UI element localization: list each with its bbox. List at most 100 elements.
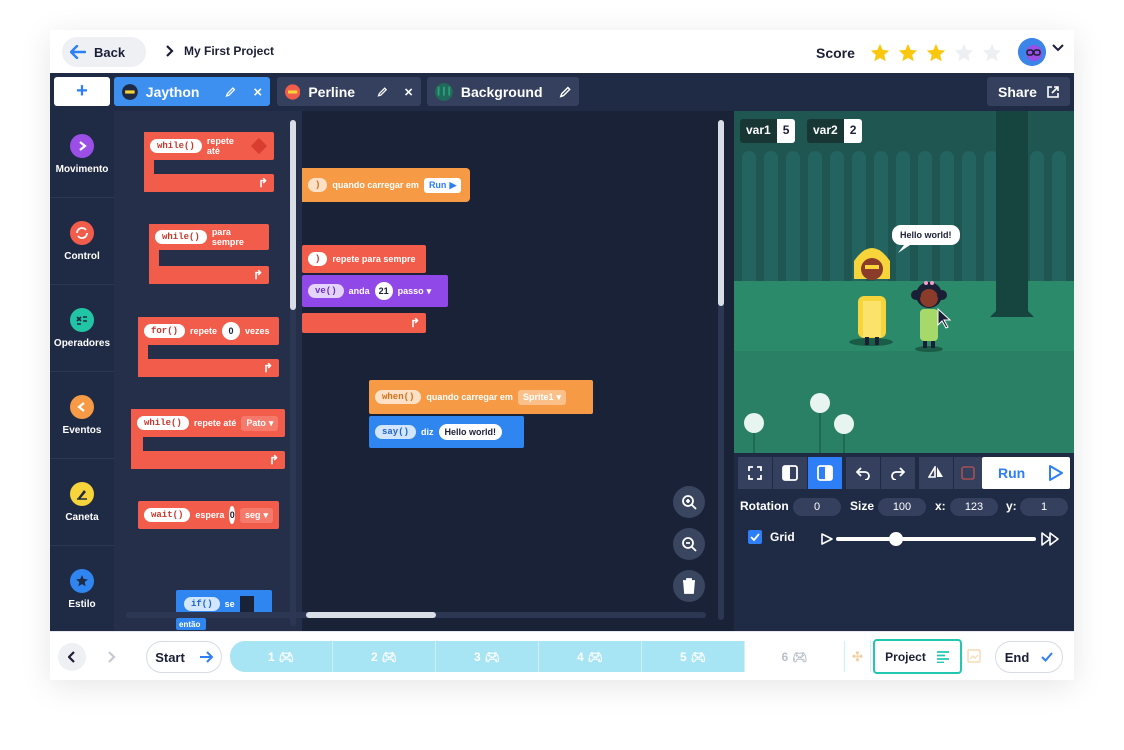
layout-large-stage-button[interactable]	[808, 457, 842, 489]
palette-block-for[interactable]: for() repete 0 vezes	[138, 317, 279, 345]
flip-sprite-button[interactable]	[919, 457, 953, 489]
steps-dropdown[interactable]: passo ▾	[398, 286, 432, 297]
avatar[interactable]	[1018, 38, 1046, 66]
category-operadores[interactable]: Operadores	[50, 285, 114, 372]
x-input[interactable]: 123	[950, 498, 998, 516]
tab-jaython[interactable]: Jaython	[114, 77, 270, 106]
y-input[interactable]: 1	[1020, 498, 1068, 516]
step-4[interactable]: 4 🎮︎	[539, 641, 642, 672]
step-2[interactable]: 2 🎮︎	[333, 641, 436, 672]
size-input[interactable]: 100	[878, 498, 926, 516]
steps-input[interactable]: 21	[374, 282, 393, 300]
zoom-out-button[interactable]	[673, 528, 705, 560]
workspace-horizontal-scrollbar[interactable]	[126, 612, 706, 618]
palette-block-while-forever[interactable]: while() para sempre	[149, 224, 269, 250]
gamepad-icon: 🎮︎	[587, 649, 603, 664]
step-3[interactable]: 3 🎮︎	[436, 641, 539, 672]
share-button[interactable]: Share	[987, 77, 1070, 106]
step-6[interactable]: 6 🎮︎	[745, 641, 845, 672]
pencil-icon[interactable]	[225, 85, 236, 99]
grid-checkbox[interactable]	[748, 530, 762, 544]
category-estilo[interactable]: Estilo	[50, 546, 114, 633]
block-text: se	[224, 599, 235, 609]
workspace-block-when-sprite[interactable]: when() quando carregar em Sprite1 ▾	[369, 380, 593, 414]
dropdown-caret-icon: ▾	[263, 509, 268, 520]
sprite-tab-bar: + Jaython Perline Background Share	[50, 73, 1074, 111]
unit-dropdown[interactable]: seg ▾	[239, 507, 273, 523]
workspace-block-forever[interactable]: ) repete para sempre	[302, 245, 426, 273]
end-button[interactable]: End	[995, 641, 1063, 673]
events-icon	[70, 394, 94, 419]
block-text: anda	[348, 286, 370, 296]
scrollbar-thumb[interactable]	[306, 612, 436, 618]
workspace-block-move[interactable]: ve() anda 21 passo ▾	[302, 275, 448, 307]
app-window: Back My First Project Score + Jaython Pe…	[50, 30, 1074, 680]
checkmark-icon	[1041, 652, 1054, 662]
puzzle-icon: ✣	[845, 641, 871, 672]
tab-background[interactable]: Background	[427, 77, 579, 106]
speed-slider[interactable]	[836, 532, 1036, 546]
redo-button[interactable]	[881, 457, 915, 489]
workspace-block-say[interactable]: say() diz Hello world!	[369, 416, 524, 448]
repeat-count-input[interactable]: 0	[222, 322, 241, 340]
star-icon	[898, 43, 918, 62]
sprite-dropdown[interactable]: Sprite1 ▾	[517, 389, 566, 405]
zoom-in-icon	[682, 495, 697, 510]
pencil-icon[interactable]	[559, 85, 571, 99]
category-control[interactable]: Control	[50, 198, 114, 285]
step-5[interactable]: 5 🎮︎	[642, 641, 745, 672]
step-1[interactable]: 1 🎮︎	[230, 641, 333, 672]
say-text-input[interactable]: Hello world!	[438, 424, 503, 440]
run-dropdown[interactable]: Run ▶	[423, 177, 462, 193]
pencil-icon[interactable]	[377, 85, 388, 99]
gamepad-icon: 🎮︎	[278, 649, 294, 664]
wait-seconds-input[interactable]: 0	[229, 506, 235, 524]
layout-small-stage-button[interactable]	[773, 457, 807, 489]
palette-block-wait[interactable]: wait() espera 0 seg ▾	[138, 501, 279, 529]
stage-controls: Run Rotation 0 Size 100 x: 123 y: 1 Grid	[734, 453, 1074, 631]
palette-block-while-until[interactable]: while() repete até	[144, 132, 274, 160]
start-button[interactable]: Start	[146, 641, 222, 673]
project-button[interactable]: Project	[873, 639, 962, 674]
control-icon	[70, 220, 94, 245]
category-label: Movimento	[55, 163, 109, 175]
breadcrumb: My First Project	[166, 44, 274, 58]
chevron-down-icon[interactable]	[1052, 44, 1064, 52]
close-icon[interactable]	[404, 86, 413, 98]
category-eventos[interactable]: Eventos	[50, 372, 114, 459]
movement-icon	[70, 133, 94, 158]
run-button[interactable]: Run	[982, 457, 1070, 489]
next-button[interactable]	[98, 643, 126, 671]
palette-scrollbar[interactable]	[290, 120, 296, 626]
project-label: Project	[885, 649, 926, 664]
scrollbar-thumb[interactable]	[718, 120, 724, 306]
stage[interactable]: var1 5 var2 2 Hello world!	[734, 111, 1074, 453]
tab-perline[interactable]: Perline	[277, 77, 421, 106]
chevron-right-icon	[166, 45, 174, 57]
palette-block-while-until-sprite[interactable]: while() repete até Pato ▾	[131, 409, 285, 437]
stop-button[interactable]	[954, 457, 982, 489]
trash-button[interactable]	[673, 570, 705, 602]
add-sprite-button[interactable]: +	[54, 77, 110, 106]
variable-name: var2	[807, 119, 844, 143]
workspace-block-when-run[interactable]: ) quando carregar em Run ▶	[302, 168, 470, 202]
close-icon[interactable]	[253, 86, 262, 98]
category-label: Operadores	[53, 337, 111, 349]
block-code: )	[308, 178, 328, 192]
sprite-dropdown[interactable]: Pato ▾	[241, 415, 279, 431]
gamepad-icon: 🎮︎	[792, 649, 808, 664]
block-code: if()	[184, 597, 220, 611]
slider-knob[interactable]	[889, 532, 903, 546]
category-caneta[interactable]: Caneta	[50, 459, 114, 546]
dropdown-value: Pato	[246, 418, 266, 428]
scrollbar-thumb[interactable]	[290, 120, 296, 310]
rotation-input[interactable]: 0	[793, 498, 841, 516]
back-button[interactable]: Back	[62, 37, 146, 67]
zoom-in-button[interactable]	[673, 486, 705, 518]
category-movimento[interactable]: Movimento	[50, 111, 114, 198]
fullscreen-button[interactable]	[738, 457, 772, 489]
previous-button[interactable]	[58, 643, 86, 671]
undo-button[interactable]	[846, 457, 880, 489]
workspace-vertical-scrollbar[interactable]	[718, 120, 724, 620]
tab-label: Jaython	[145, 83, 200, 100]
